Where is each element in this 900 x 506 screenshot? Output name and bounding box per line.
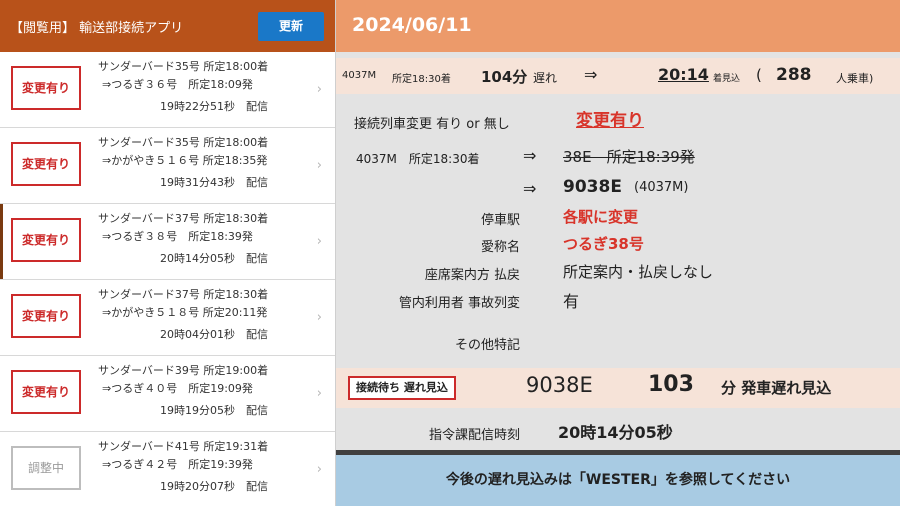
dispatch-time-label: 指令課配信時刻 bbox=[428, 428, 520, 443]
status-badge: 調整中 bbox=[11, 446, 81, 490]
stops-label: 停車駅 bbox=[480, 213, 520, 228]
train-arrival-text: サンダーバード35号 所定18:00着 bbox=[98, 136, 269, 149]
update-button[interactable]: 更新 bbox=[258, 12, 324, 41]
train-arrival-text: サンダーバード39号 所定19:00着 bbox=[98, 364, 269, 377]
summary-paren-open: ( bbox=[756, 66, 762, 84]
chevron-right-icon: › bbox=[316, 462, 322, 477]
status-badge: 変更有り bbox=[11, 142, 81, 186]
arrival-summary: 4037M 所定18:30着 104分 遅れ ⇒ 20:14 着見込 ( 288… bbox=[336, 58, 900, 94]
chevron-right-icon: › bbox=[316, 158, 322, 173]
train-list-panel: 【閲覧用】 輸送部接続アプリ 更新 変更有り サンダーバード35号 所定18:0… bbox=[0, 0, 336, 506]
detail-header: 2024/06/11 bbox=[336, 0, 900, 52]
train-dispatch-time: 19時19分05秒 配信 bbox=[160, 404, 268, 417]
delay-forecast-minutes: 103 bbox=[648, 372, 694, 397]
from-train-text: 4037M 所定18:30着 bbox=[356, 152, 480, 166]
connection-change-value: 変更有り bbox=[576, 111, 644, 131]
train-name-value: つるぎ38号 bbox=[563, 235, 644, 253]
train-list-item[interactable]: 調整中 サンダーバード41号 所定19:31着 ⇒つるぎ４２号 所定19:39発… bbox=[0, 432, 335, 506]
new-connection-note: (4037M) bbox=[634, 180, 689, 195]
other-notes-label: その他特記 bbox=[454, 338, 520, 353]
status-badge: 変更有り bbox=[11, 218, 81, 262]
delay-forecast-train: 9038E bbox=[526, 373, 593, 397]
delay-forecast-band: 接続待ち 遅れ見込 9038E 103 分 発車遅れ見込 bbox=[336, 368, 900, 408]
status-badge: 変更有り bbox=[11, 370, 81, 414]
train-arrival-text: サンダーバード41号 所定19:31着 bbox=[98, 440, 269, 453]
train-connection-text: ⇒つるぎ４２号 所定19:39発 bbox=[102, 458, 253, 471]
new-connection-arrow: ⇒ bbox=[523, 179, 537, 198]
chevron-right-icon: › bbox=[316, 386, 322, 401]
summary-scheduled: 所定18:30着 bbox=[392, 74, 451, 85]
status-badge: 変更有り bbox=[11, 66, 81, 110]
summary-eta: 20:14 bbox=[658, 65, 709, 84]
summary-train: 4037M bbox=[342, 70, 377, 81]
train-dispatch-time: 19時22分51秒 配信 bbox=[160, 100, 268, 113]
train-list-item[interactable]: 変更有り サンダーバード39号 所定19:00着 ⇒つるぎ４０号 所定19:09… bbox=[0, 356, 335, 432]
summary-delay-word: 遅れ bbox=[533, 71, 558, 85]
train-dispatch-time: 19時31分43秒 配信 bbox=[160, 176, 268, 189]
detail-date: 2024/06/11 bbox=[352, 14, 472, 36]
seat-guidance-label: 座席案内方 払戻 bbox=[424, 268, 520, 283]
old-connection: 38E 所定18:39発 bbox=[563, 148, 695, 166]
train-connection-text: ⇒つるぎ４０号 所定19:09発 bbox=[102, 382, 253, 395]
status-badge: 変更有り bbox=[11, 294, 81, 338]
delay-forecast-suffix: 分 発車遅れ見込 bbox=[721, 379, 832, 397]
dispatch-time-value: 20時14分05秒 bbox=[558, 423, 673, 442]
train-dispatch-time: 19時20分07秒 配信 bbox=[160, 480, 268, 493]
train-connection-text: ⇒つるぎ３６号 所定18:09発 bbox=[102, 78, 253, 91]
internal-users-label: 管内利用者 事故列変 bbox=[398, 296, 520, 311]
summary-eta-label: 着見込 bbox=[713, 74, 741, 84]
stops-value: 各駅に変更 bbox=[563, 208, 639, 226]
internal-users-value: 有 bbox=[563, 292, 580, 311]
train-connection-text: ⇒かがやき５１８号 所定20:11発 bbox=[102, 306, 268, 319]
train-connection-text: ⇒つるぎ３８号 所定18:39発 bbox=[102, 230, 253, 243]
connection-change-label: 接続列車変更 有り or 無し bbox=[354, 117, 510, 132]
train-arrival-text: サンダーバード35号 所定18:00着 bbox=[98, 60, 269, 73]
train-arrival-text: サンダーバード37号 所定18:30着 bbox=[98, 212, 269, 225]
summary-arrow: ⇒ bbox=[584, 65, 598, 84]
train-arrival-text: サンダーバード37号 所定18:30着 bbox=[98, 288, 269, 301]
train-list-item[interactable]: 変更有り サンダーバード35号 所定18:00着 ⇒つるぎ３６号 所定18:09… bbox=[0, 52, 335, 128]
connection-arrow: ⇒ bbox=[523, 146, 537, 165]
detail-panel: 2024/06/11 4037M 所定18:30着 104分 遅れ ⇒ 20:1… bbox=[336, 0, 900, 506]
train-dispatch-time: 20時14分05秒 配信 bbox=[160, 252, 268, 265]
chevron-right-icon: › bbox=[316, 234, 322, 249]
chevron-right-icon: › bbox=[316, 82, 322, 97]
left-header: 【閲覧用】 輸送部接続アプリ 更新 bbox=[0, 0, 335, 52]
wester-notice: 今後の遅れ見込みは「WESTER」を参照してください bbox=[336, 455, 900, 506]
chevron-right-icon: › bbox=[316, 310, 322, 325]
train-name-label: 愛称名 bbox=[480, 240, 520, 255]
train-list-item[interactable]: 変更有り サンダーバード37号 所定18:30着 ⇒かがやき５１８号 所定20:… bbox=[0, 280, 335, 356]
app-title: 【閲覧用】 輸送部接続アプリ bbox=[10, 21, 184, 36]
seat-guidance-value: 所定案内・払戻しなし bbox=[563, 263, 714, 281]
train-dispatch-time: 20時04分01秒 配信 bbox=[160, 328, 268, 341]
train-list-item[interactable]: 変更有り サンダーバード35号 所定18:00着 ⇒かがやき５１６号 所定18:… bbox=[0, 128, 335, 204]
summary-passengers: 288 bbox=[776, 65, 812, 85]
new-connection-train: 9038E bbox=[563, 177, 622, 197]
train-list-item-selected[interactable]: 変更有り サンダーバード37号 所定18:30着 ⇒つるぎ３８号 所定18:39… bbox=[0, 204, 335, 280]
delay-forecast-label: 接続待ち 遅れ見込 bbox=[348, 376, 456, 400]
summary-delay-minutes: 104分 bbox=[481, 68, 528, 86]
train-connection-text: ⇒かがやき５１６号 所定18:35発 bbox=[102, 154, 268, 167]
summary-passengers-label: 人乗車) bbox=[836, 72, 874, 85]
